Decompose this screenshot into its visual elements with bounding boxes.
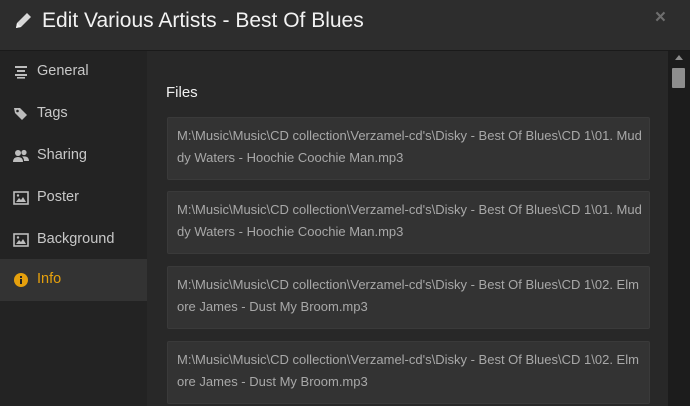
sidebar-item-tags[interactable]: Tags xyxy=(0,93,147,135)
sidebar-item-background[interactable]: Background xyxy=(0,219,147,261)
file-path: M:\Music\Music\CD collection\Verzamel-cd… xyxy=(177,352,639,389)
file-path: M:\Music\Music\CD collection\Verzamel-cd… xyxy=(177,277,639,314)
sidebar-item-label: Poster xyxy=(37,189,79,205)
image-icon xyxy=(13,233,29,247)
close-icon[interactable]: × xyxy=(655,7,666,29)
sidebar-item-label: Background xyxy=(37,231,115,247)
modal-title: Edit Various Artists - Best Of Blues xyxy=(42,9,364,32)
scroll-up-arrow-icon[interactable] xyxy=(675,55,683,60)
sidebar-item-general[interactable]: General xyxy=(0,51,147,93)
sidebar-item-label: Tags xyxy=(37,105,68,121)
file-path-box: M:\Music\Music\CD collection\Verzamel-cd… xyxy=(167,266,650,329)
file-path: M:\Music\Music\CD collection\Verzamel-cd… xyxy=(177,128,642,165)
sidebar-item-info[interactable]: Info xyxy=(0,259,147,301)
modal-header: Edit Various Artists - Best Of Blues × xyxy=(0,0,690,51)
align-center-icon xyxy=(15,66,27,79)
files-heading: Files xyxy=(166,84,198,101)
sidebar-item-sharing[interactable]: Sharing xyxy=(0,135,147,177)
pencil-icon xyxy=(16,13,31,28)
image-icon xyxy=(13,191,29,205)
file-path-box: M:\Music\Music\CD collection\Verzamel-cd… xyxy=(167,191,650,254)
scrollbar[interactable] xyxy=(668,51,690,406)
file-path-box: M:\Music\Music\CD collection\Verzamel-cd… xyxy=(167,117,650,180)
file-path-box: M:\Music\Music\CD collection\Verzamel-cd… xyxy=(167,341,650,404)
sidebar-item-label: General xyxy=(37,63,89,79)
info-circle-icon xyxy=(14,273,28,287)
tags-icon xyxy=(14,108,27,120)
sidebar-item-poster[interactable]: Poster xyxy=(0,177,147,219)
scrollbar-thumb[interactable] xyxy=(672,68,685,88)
users-icon xyxy=(13,149,29,162)
sidebar-item-label: Info xyxy=(37,271,62,287)
file-path: M:\Music\Music\CD collection\Verzamel-cd… xyxy=(177,202,642,239)
sidebar: General Tags Sharing Poster Background I… xyxy=(0,51,147,406)
info-panel: Files M:\Music\Music\CD collection\Verza… xyxy=(147,51,668,406)
sidebar-item-label: Sharing xyxy=(37,147,87,163)
